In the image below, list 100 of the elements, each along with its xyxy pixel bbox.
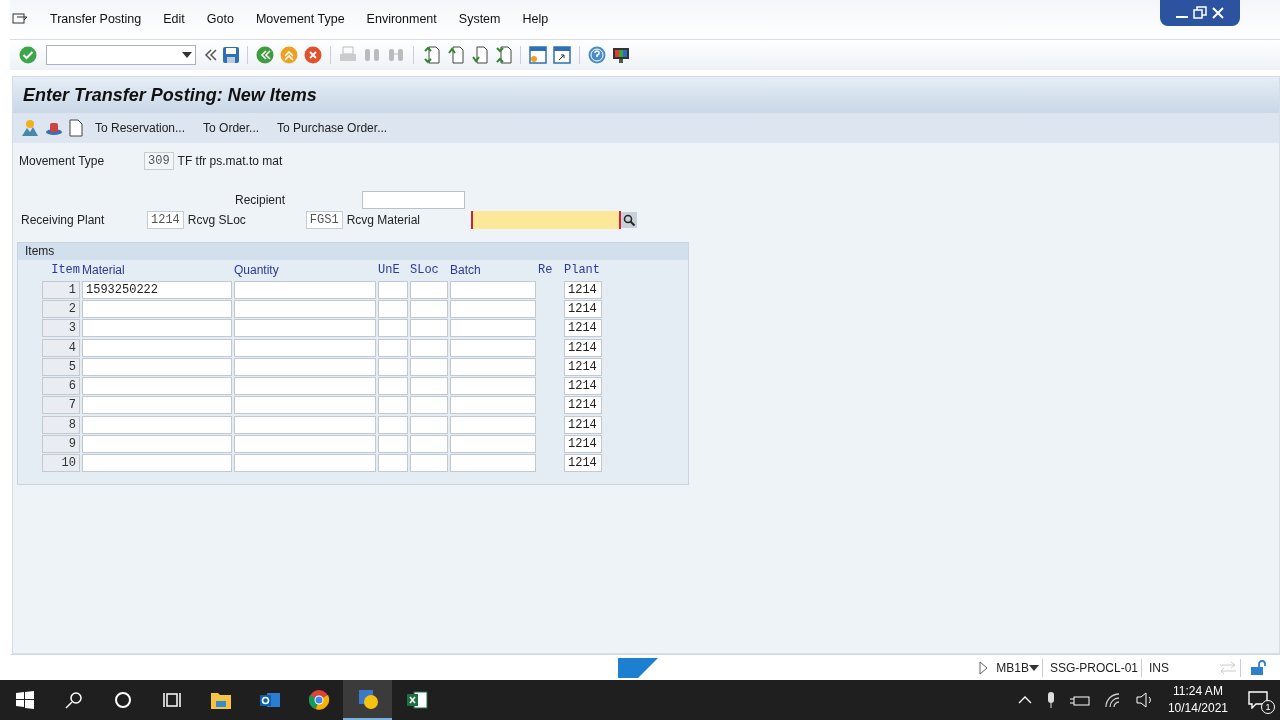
plant-field[interactable]: 1214: [564, 338, 602, 357]
quantity-field[interactable]: [234, 299, 376, 318]
restore-icon[interactable]: [1193, 6, 1207, 20]
storage-location-field[interactable]: [410, 357, 448, 376]
plant-field[interactable]: 1214: [564, 299, 602, 318]
storage-location-field[interactable]: FGS1: [305, 211, 343, 229]
menu-item[interactable]: Environment: [366, 10, 437, 29]
taskbar-app[interactable]: [343, 680, 392, 720]
plant-field[interactable]: 1214: [564, 357, 602, 376]
unit-field[interactable]: [378, 299, 408, 318]
column-header[interactable]: Re: [538, 261, 562, 279]
quantity-field[interactable]: [234, 319, 376, 338]
expand-icon[interactable]: [978, 660, 989, 675]
dropdown-icon[interactable]: [182, 52, 192, 58]
unit-field[interactable]: [378, 454, 408, 473]
material-field[interactable]: [82, 435, 232, 453]
toolbar-button[interactable]: To Order...: [197, 119, 266, 137]
batch-field[interactable]: [450, 435, 536, 453]
person-icon[interactable]: [21, 119, 39, 137]
batch-field[interactable]: [450, 280, 536, 299]
plant-field[interactable]: 1214: [564, 319, 602, 338]
menu-icon[interactable]: [12, 12, 28, 27]
storage-location-field[interactable]: [410, 396, 448, 415]
unit-field[interactable]: [378, 377, 408, 396]
quantity-field[interactable]: [234, 357, 376, 376]
quantity-field[interactable]: [234, 435, 376, 453]
batch-field[interactable]: [450, 338, 536, 357]
unit-field[interactable]: [378, 319, 408, 338]
material-field[interactable]: [82, 357, 232, 376]
close-icon[interactable]: [1211, 6, 1225, 20]
menu-item[interactable]: Edit: [163, 10, 185, 29]
collapse-icon[interactable]: [204, 48, 218, 62]
storage-location-field[interactable]: [410, 415, 448, 434]
unit-field[interactable]: [378, 415, 408, 434]
chevron-up-icon[interactable]: [1017, 695, 1032, 705]
next-page-icon[interactable]: [469, 45, 489, 65]
speaker-icon[interactable]: [1135, 692, 1154, 708]
storage-location-field[interactable]: [410, 377, 448, 396]
plant-field[interactable]: 1214: [564, 454, 602, 473]
unit-field[interactable]: [378, 280, 408, 299]
column-header[interactable]: Plant: [564, 261, 602, 279]
batch-field[interactable]: [450, 377, 536, 396]
quantity-field[interactable]: [234, 396, 376, 415]
new-window-icon[interactable]: [528, 45, 548, 65]
first-page-icon[interactable]: [421, 45, 441, 65]
storage-location-field[interactable]: [410, 454, 448, 473]
dropdown-icon[interactable]: [1028, 664, 1039, 671]
column-header[interactable]: Quantity: [234, 261, 376, 279]
plant-field[interactable]: 1214: [564, 377, 602, 396]
menu-item[interactable]: Transfer Posting: [50, 10, 142, 29]
document-icon[interactable]: [69, 119, 83, 137]
column-header[interactable]: Material: [82, 261, 232, 279]
lock-icon[interactable]: [1250, 659, 1266, 676]
unit-field[interactable]: [378, 396, 408, 415]
material-field[interactable]: [82, 299, 232, 318]
back-icon[interactable]: [255, 45, 275, 65]
last-page-icon[interactable]: [493, 45, 513, 65]
save-icon[interactable]: [222, 46, 240, 64]
column-header[interactable]: UnE: [378, 261, 408, 279]
material-field[interactable]: [82, 396, 232, 415]
storage-location-field[interactable]: [410, 299, 448, 318]
batch-field[interactable]: [450, 299, 536, 318]
clock-date[interactable]: 10/14/2021: [1167, 700, 1228, 717]
command-field[interactable]: [46, 45, 196, 65]
menu-item[interactable]: System: [458, 10, 501, 29]
quantity-field[interactable]: [234, 280, 376, 299]
storage-location-field[interactable]: [410, 319, 448, 338]
notification-icon[interactable]: [1248, 691, 1268, 709]
material-field[interactable]: [82, 338, 232, 357]
batch-field[interactable]: [450, 396, 536, 415]
storage-location-field[interactable]: [410, 435, 448, 453]
battery-icon[interactable]: [1069, 693, 1090, 707]
batch-field[interactable]: [450, 454, 536, 473]
recipient-field[interactable]: [362, 191, 465, 209]
menu-item[interactable]: Goto: [206, 10, 234, 29]
batch-field[interactable]: [450, 319, 536, 338]
unit-field[interactable]: [378, 357, 408, 376]
column-header[interactable]: Batch: [450, 261, 536, 279]
microphone-icon[interactable]: [1045, 691, 1056, 709]
menu-item[interactable]: Movement Type: [255, 10, 345, 29]
plant-field[interactable]: 1214: [564, 280, 602, 299]
plant-field[interactable]: 1214: [564, 396, 602, 415]
plant-field[interactable]: 1214: [564, 415, 602, 434]
storage-location-field[interactable]: [410, 338, 448, 357]
column-header[interactable]: Item: [42, 261, 80, 279]
wifi-icon[interactable]: [1103, 692, 1122, 708]
material-field[interactable]: 1593250222: [82, 280, 232, 299]
column-header[interactable]: SLoc: [410, 261, 448, 279]
check-icon[interactable]: [18, 45, 38, 65]
receiving-plant-field[interactable]: 1214: [147, 211, 184, 229]
toolbar-button[interactable]: To Reservation...: [89, 119, 192, 137]
quantity-field[interactable]: [234, 454, 376, 473]
unit-field[interactable]: [378, 435, 408, 453]
quantity-field[interactable]: [234, 377, 376, 396]
menu-item[interactable]: Help: [522, 10, 549, 29]
material-field[interactable]: [82, 415, 232, 434]
material-field[interactable]: [82, 377, 232, 396]
material-field[interactable]: [82, 319, 232, 338]
storage-location-field[interactable]: [410, 280, 448, 299]
quantity-field[interactable]: [234, 415, 376, 434]
